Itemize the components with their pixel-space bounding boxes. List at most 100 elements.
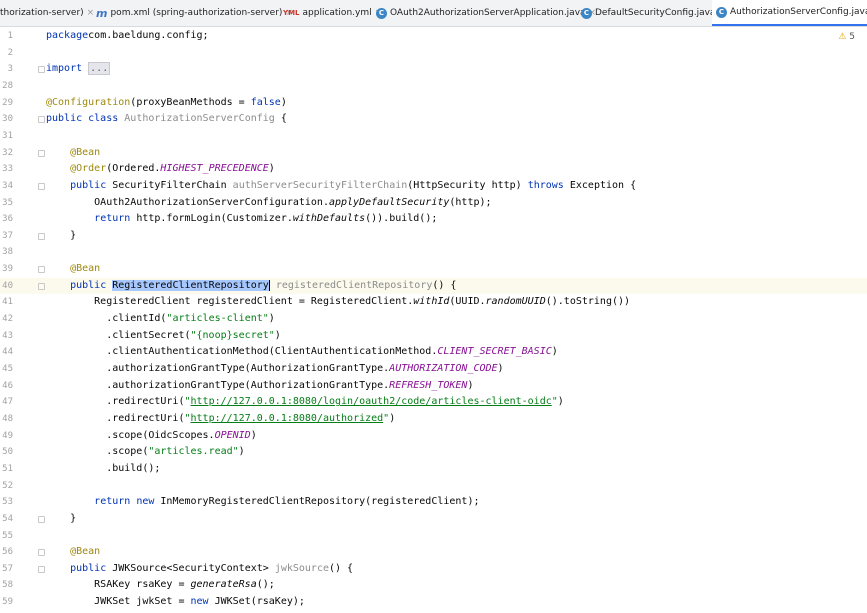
inspection-warnings-indicator[interactable]: ⚠ 5: [838, 32, 855, 42]
code-line[interactable]: 38: [0, 244, 867, 260]
fold-toggle-icon[interactable]: [38, 515, 45, 523]
code-text: @Bean: [46, 145, 100, 161]
code-line[interactable]: 28: [0, 78, 867, 94]
code-line[interactable]: 57 public JWKSource<SecurityContext> jwk…: [0, 561, 867, 577]
code-token: return: [94, 213, 137, 225]
yml-file-icon: YML: [283, 9, 300, 17]
code-line[interactable]: 58 RSAKey rsaKey = generateRsa();: [0, 577, 867, 593]
code-line[interactable]: 44 .clientAuthenticationMethod(ClientAut…: [0, 344, 867, 360]
code-line[interactable]: 39 @Bean: [0, 261, 867, 277]
java-class-icon: C: [581, 7, 592, 19]
code-token: http.formLogin(Customizer.: [136, 213, 293, 225]
code-line[interactable]: 34 public SecurityFilterChain authServer…: [0, 178, 867, 194]
fold-toggle-icon[interactable]: [38, 116, 45, 124]
fold-toggle-icon[interactable]: [38, 549, 45, 557]
code-token: ): [238, 446, 245, 458]
code-token: .redirectUri(: [46, 396, 185, 408]
code-line[interactable]: 56 @Bean: [0, 544, 867, 560]
tab-pom-xml[interactable]: m pom.xml (spring-authorization-server) …: [92, 0, 297, 26]
code-line[interactable]: 51 .build();: [0, 461, 867, 477]
code-line[interactable]: 49 .scope(OidcScopes.OPENID): [0, 428, 867, 444]
code-token: JWKSet(rsaKey);: [214, 596, 305, 608]
code-line[interactable]: 40 public RegisteredClientRepository reg…: [0, 277, 867, 294]
code-token: "articles.read": [148, 446, 239, 458]
fold-toggle-icon[interactable]: [38, 149, 45, 157]
code-token: ): [557, 396, 564, 408]
tab-oauth2-authorization-server-application[interactable]: C OAuth2AuthorizationServerApplication.j…: [372, 0, 600, 26]
line-number: 3: [7, 64, 13, 75]
line-number: 53: [2, 497, 13, 508]
code-token: (Ordered.: [106, 163, 161, 175]
code-line[interactable]: 1 packagecom.baeldung.config;: [0, 28, 867, 44]
line-number: 51: [2, 463, 13, 474]
line-number: 55: [2, 530, 13, 541]
code-token: () {: [329, 562, 354, 574]
code-token: "articles-client": [166, 313, 269, 325]
code-line[interactable]: 55: [0, 528, 867, 544]
tab-authorization-server-partial[interactable]: thorization-server) ×: [0, 0, 98, 26]
code-line[interactable]: 35 OAuth2AuthorizationServerConfiguratio…: [0, 195, 867, 211]
line-number: 57: [2, 563, 13, 574]
code-token: @Bean: [70, 146, 101, 158]
code-line[interactable]: 3 import ...: [0, 61, 867, 77]
code-text: public SecurityFilterChain authServerSec…: [46, 178, 636, 194]
code-line[interactable]: 52: [0, 478, 867, 494]
fold-toggle-icon[interactable]: [38, 66, 45, 74]
line-number: 39: [2, 264, 13, 275]
code-token: JWKSource<SecurityContext>: [112, 562, 275, 574]
code-line[interactable]: 31: [0, 128, 867, 144]
code-line[interactable]: 47 .redirectUri("http://127.0.0.1:8080/l…: [0, 394, 867, 410]
code-text: }: [46, 228, 76, 244]
code-line[interactable]: 54 }: [0, 511, 867, 527]
code-token: .redirectUri(: [46, 412, 185, 424]
code-line[interactable]: 41 RegisteredClient registeredClient = R…: [0, 294, 867, 310]
code-token: public class: [46, 113, 125, 125]
code-text: public RegisteredClientRepository regist…: [46, 278, 456, 294]
code-token: SecurityFilterChain: [112, 179, 233, 191]
code-token: @Bean: [70, 546, 101, 558]
fold-toggle-icon[interactable]: [38, 282, 45, 290]
java-class-icon: C: [376, 7, 387, 19]
code-line[interactable]: 36 return http.formLogin(Customizer.with…: [0, 211, 867, 227]
line-number: 56: [2, 547, 13, 558]
line-number: 28: [2, 80, 13, 91]
code-token: randomUUID: [485, 296, 546, 308]
code-line[interactable]: 37 }: [0, 228, 867, 244]
fold-toggle-icon[interactable]: [38, 182, 45, 190]
code-line[interactable]: 59 JWKSet jwkSet = new JWKSet(rsaKey);: [0, 594, 867, 610]
code-token: false: [250, 96, 281, 108]
fold-toggle-icon[interactable]: [38, 266, 45, 274]
tab-default-security-config[interactable]: C DefaultSecurityConfig.java ×: [577, 0, 730, 26]
code-editor[interactable]: 1 packagecom.baeldung.config; 2 3 import ...…: [0, 27, 867, 613]
code-token: package: [46, 30, 89, 41]
code-line[interactable]: 43 .clientSecret("{noop}secret"): [0, 328, 867, 344]
code-token: Exception {: [569, 179, 637, 191]
code-line[interactable]: 2: [0, 45, 867, 61]
line-number: 59: [2, 597, 13, 608]
code-line[interactable]: 53 return new InMemoryRegisteredClientRe…: [0, 494, 867, 510]
fold-toggle-icon[interactable]: [38, 565, 45, 573]
collapsed-imports-marker[interactable]: ...: [88, 62, 111, 76]
code-line[interactable]: 46 .authorizationGrantType(Authorization…: [0, 378, 867, 394]
code-line[interactable]: 48 .redirectUri("http://127.0.0.1:8080/a…: [0, 411, 867, 427]
code-line[interactable]: 50 .scope("articles.read"): [0, 444, 867, 460]
code-line[interactable]: 33 @Order(Ordered.HIGHEST_PRECEDENCE): [0, 161, 867, 177]
code-token: InMemoryRegisteredClientRepository(regis…: [160, 496, 480, 508]
code-token: ): [268, 313, 275, 325]
code-line[interactable]: 32 @Bean: [0, 145, 867, 161]
code-line[interactable]: 45 .authorizationGrantType(Authorization…: [0, 361, 867, 377]
fold-toggle-icon[interactable]: [38, 232, 45, 240]
code-line[interactable]: 29 @Configuration(proxyBeanMethods = fals…: [0, 95, 867, 111]
code-text: @Bean: [46, 261, 100, 277]
code-token: {: [274, 113, 287, 125]
tab-label: application.yml: [302, 8, 372, 18]
code-text: .authorizationGrantType(AuthorizationGra…: [46, 378, 473, 394]
code-token: ): [551, 346, 558, 358]
tab-application-yml[interactable]: YML application.yml ×: [279, 0, 386, 26]
code-line[interactable]: 42 .clientId("articles-client"): [0, 311, 867, 327]
code-token: .scope(: [46, 446, 149, 458]
tab-authorization-server-config[interactable]: C AuthorizationServerConfig.java ×: [712, 0, 867, 26]
code-line[interactable]: 30 public class AuthorizationServerConfig…: [0, 111, 867, 127]
code-text: .clientAuthenticationMethod(ClientAuthen…: [46, 344, 558, 360]
